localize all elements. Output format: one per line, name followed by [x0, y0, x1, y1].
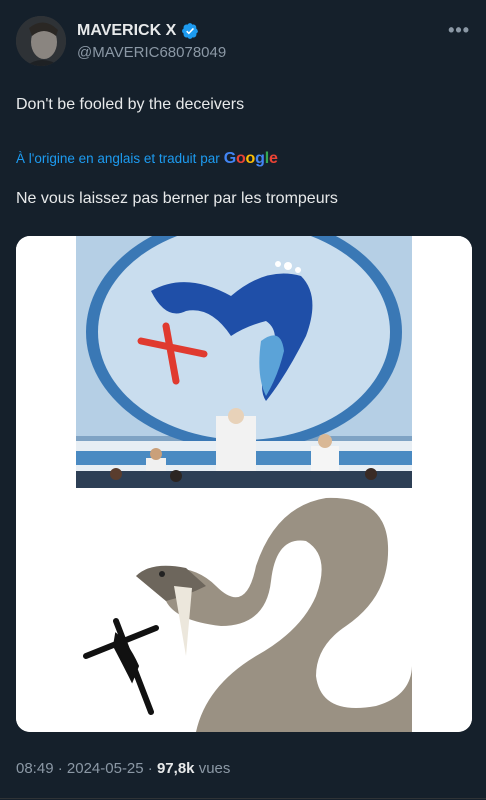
author-handle[interactable]: @MAVERIC68078049	[77, 44, 226, 61]
divider	[0, 798, 486, 799]
translation-label: À l'origine en anglais et traduit par	[16, 151, 220, 166]
translated-text: Ne vous laissez pas berner par les tromp…	[16, 190, 338, 207]
translation-note[interactable]: À l'origine en anglais et traduit par Go…	[16, 150, 278, 168]
stage-photo	[76, 236, 412, 488]
tweet-text: Don't be fooled by the deceivers	[16, 96, 245, 113]
author-name[interactable]: MAVERICK X	[77, 22, 176, 40]
views-count: 97,8k	[156, 760, 195, 777]
more-options-icon[interactable]: •••	[448, 20, 470, 41]
tweet-time[interactable]: 08:49	[16, 760, 54, 777]
tweet-meta: 08:49 · 2024-05-25 · 97,8k vues	[16, 760, 230, 777]
snake-illustration	[76, 488, 412, 732]
avatar[interactable]	[16, 16, 66, 66]
tweet-date[interactable]: 2024-05-25	[67, 760, 144, 777]
tweet-media[interactable]	[16, 236, 472, 732]
meta-separator: ·	[57, 760, 63, 777]
meta-separator: ·	[147, 760, 153, 777]
views-label: vues	[198, 760, 231, 777]
media-image	[16, 236, 472, 732]
google-logo: Google	[223, 150, 278, 167]
author-name-row[interactable]: MAVERICK X	[77, 22, 199, 40]
tweet-header: MAVERICK X @MAVERIC68078049 •••	[16, 16, 470, 66]
verified-badge-icon	[182, 23, 199, 39]
